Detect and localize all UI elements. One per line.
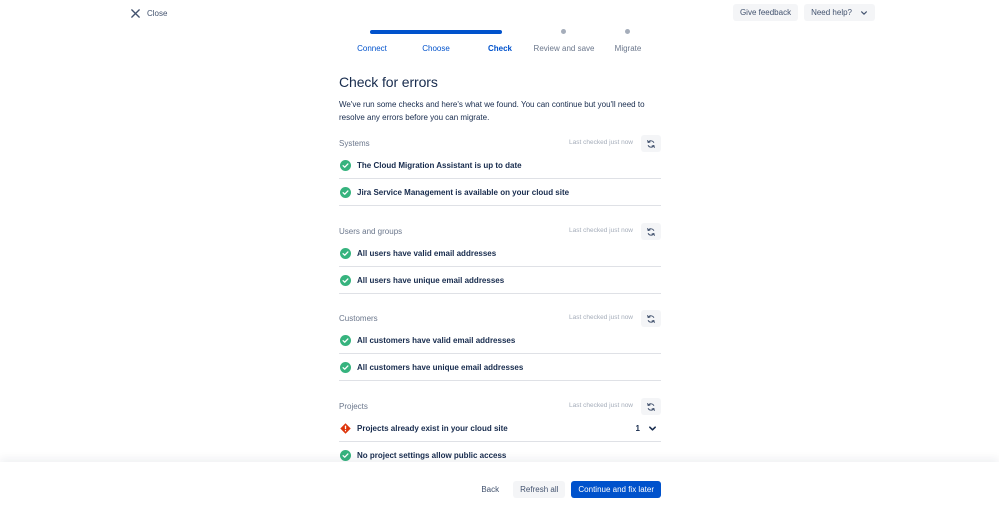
check-circle-icon <box>340 361 351 373</box>
give-feedback-button[interactable]: Give feedback <box>732 4 799 21</box>
footer-bar: Back Refresh all Continue and fix later <box>0 462 999 511</box>
check-row-text: All users have valid email addresses <box>357 248 497 258</box>
section-title: Projects <box>339 402 368 411</box>
step-dot-review <box>561 29 566 34</box>
need-help-button[interactable]: Need help? <box>804 4 875 21</box>
footer-actions: Back Refresh all Continue and fix later <box>473 481 661 498</box>
refresh-icon <box>647 139 655 148</box>
section-title: Customers <box>339 314 378 323</box>
step-dot-migrate <box>625 29 630 34</box>
check-circle-icon <box>340 450 351 461</box>
check-row-text: All users have unique email addresses <box>357 275 505 285</box>
top-actions: Give feedback Need help? <box>732 4 875 21</box>
section-header: Projects Last checked just now <box>339 398 661 415</box>
error-diamond-icon <box>340 422 351 434</box>
chevron-down-icon <box>861 10 867 15</box>
last-checked-text: Last checked just now <box>569 314 633 321</box>
migration-check-page: Close Give feedback Need help? Connect C… <box>0 0 999 511</box>
section-header: Systems Last checked just now <box>339 135 661 152</box>
section-header: Users and groups Last checked just now <box>339 223 661 240</box>
step-connect: Connect <box>357 44 387 53</box>
chevron-down-icon[interactable] <box>648 424 657 433</box>
refresh-projects-button[interactable] <box>641 398 661 415</box>
check-row-text: All customers have unique email addresse… <box>357 362 524 372</box>
close-icon <box>131 8 140 18</box>
last-checked-text: Last checked just now <box>569 402 633 409</box>
step-review-and-save: Review and save <box>533 44 595 53</box>
close-button[interactable]: Close <box>130 4 167 22</box>
section-systems: Systems Last checked just now The Cloud … <box>339 135 661 206</box>
back-button[interactable]: Back <box>473 481 507 498</box>
refresh-all-button[interactable]: Refresh all <box>513 481 566 498</box>
check-row: All customers have valid email addresses <box>339 327 661 354</box>
error-row-expandable[interactable]: Projects already exist in your cloud sit… <box>339 415 661 442</box>
section-projects: Projects Last checked just now Projects … <box>339 398 661 469</box>
check-row-text: All customers have valid email addresses <box>357 335 516 345</box>
section-title: Users and groups <box>339 227 403 236</box>
page-header: Check for errors We've run some checks a… <box>339 74 661 124</box>
last-checked-text: Last checked just now <box>569 139 633 146</box>
check-circle-icon <box>340 274 351 286</box>
check-row-text: No project settings allow public access <box>357 451 507 460</box>
refresh-icon <box>647 227 655 236</box>
refresh-users-button[interactable] <box>641 223 661 240</box>
continue-and-fix-later-button[interactable]: Continue and fix later <box>571 481 661 498</box>
check-row-text: Jira Service Management is available on … <box>357 187 570 197</box>
page-description: We've run some checks and here's what we… <box>339 100 645 122</box>
refresh-icon <box>647 402 655 411</box>
check-circle-icon <box>340 247 351 259</box>
section-header: Customers Last checked just now <box>339 310 661 327</box>
section-title: Systems <box>339 139 370 148</box>
refresh-customers-button[interactable] <box>641 310 661 327</box>
check-row: Jira Service Management is available on … <box>339 179 661 206</box>
check-circle-icon <box>340 334 351 346</box>
refresh-icon <box>647 314 655 323</box>
progress-bar-completed <box>370 30 502 34</box>
page-title: Check for errors <box>339 74 438 90</box>
check-row-text: The Cloud Migration Assistant is up to d… <box>357 160 522 170</box>
check-row-text: Projects already exist in your cloud sit… <box>357 423 508 433</box>
section-users-and-groups: Users and groups Last checked just now A… <box>339 223 661 294</box>
check-row: All users have unique email addresses <box>339 267 661 294</box>
progress-tracker: Connect Choose Check Review and save Mig… <box>340 28 660 58</box>
error-count: 1 <box>635 423 640 433</box>
step-migrate: Migrate <box>614 44 642 53</box>
step-choose: Choose <box>422 44 450 53</box>
refresh-systems-button[interactable] <box>641 135 661 152</box>
check-row: All users have valid email addresses <box>339 240 661 267</box>
last-checked-text: Last checked just now <box>569 227 633 234</box>
check-circle-icon <box>340 159 351 171</box>
check-row: All customers have unique email addresse… <box>339 354 661 381</box>
check-row: The Cloud Migration Assistant is up to d… <box>339 152 661 179</box>
section-customers: Customers Last checked just now All cust… <box>339 310 661 381</box>
step-check: Check <box>487 44 513 53</box>
close-label: Close <box>147 8 168 18</box>
check-circle-icon <box>340 186 351 198</box>
need-help-label: Need help? <box>811 8 852 17</box>
